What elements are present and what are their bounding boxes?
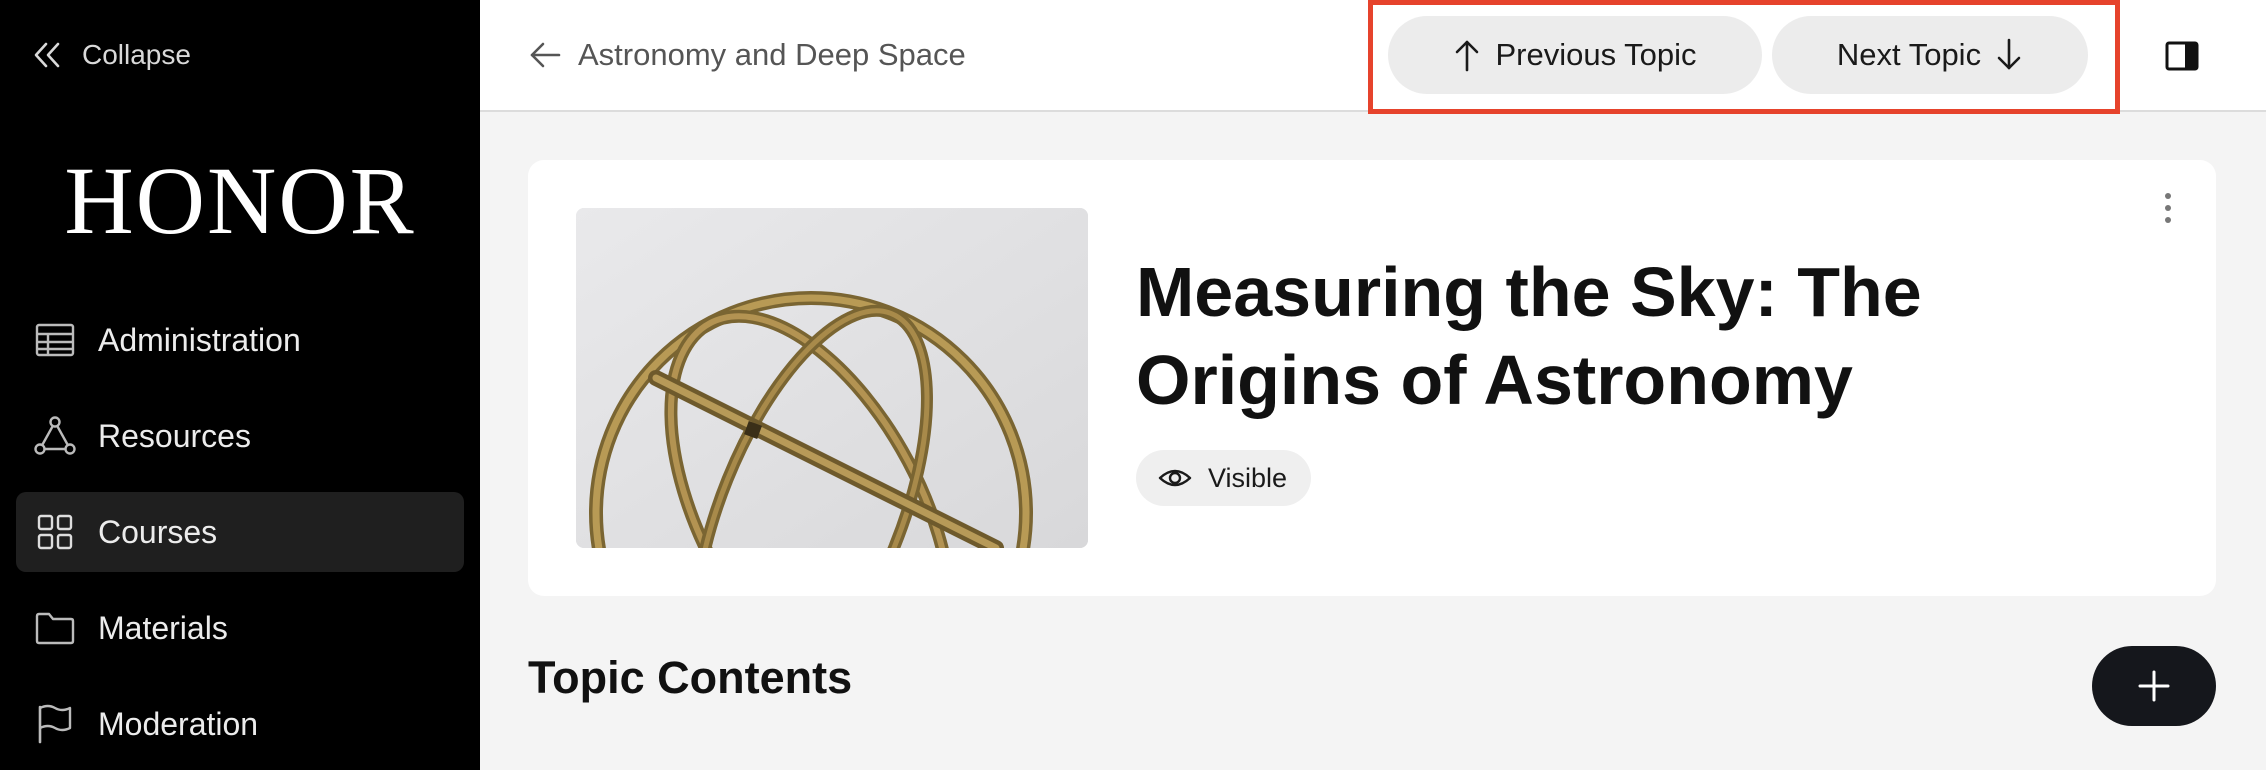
kebab-dot [2165, 205, 2171, 211]
sidebar-item-courses[interactable]: Courses [16, 492, 464, 572]
sidebar-item-label: Resources [98, 417, 251, 454]
arrow-up-icon [1456, 40, 1479, 72]
folder-icon [34, 607, 76, 649]
previous-topic-label: Previous Topic [1495, 37, 1697, 72]
sidebar-item-label: Courses [98, 513, 218, 550]
panel-toggle-button[interactable] [2160, 34, 2204, 78]
plus-icon [2138, 670, 2170, 702]
more-options-button[interactable] [2156, 188, 2180, 228]
sidebar-nav: Administration Resources Courses Materia… [16, 300, 464, 770]
topic-title: Measuring the Sky: The Origins of Astron… [1136, 253, 1922, 419]
sidebar-item-moderation[interactable]: Moderation [16, 684, 464, 764]
arrow-down-icon [1997, 38, 2021, 70]
sidebar-item-resources[interactable]: Resources [16, 396, 464, 476]
previous-topic-button[interactable]: Previous Topic [1388, 16, 1762, 94]
honor-logo: HONOR [64, 147, 416, 254]
table-icon [34, 319, 76, 361]
topbar: Astronomy and Deep Space Previous Topic … [480, 0, 2266, 114]
sidebar-panel-icon [2165, 41, 2199, 71]
sidebar: Collapse HONOR Administration Resources … [0, 0, 480, 770]
topic-image [576, 208, 1088, 548]
sidebar-item-materials[interactable]: Materials [16, 588, 464, 668]
kebab-dot [2165, 217, 2171, 223]
eye-icon [1158, 469, 1192, 487]
sidebar-item-label: Moderation [98, 705, 259, 742]
visibility-label: Visible [1208, 462, 1288, 493]
collapse-button[interactable]: Collapse [32, 34, 191, 76]
collapse-label: Collapse [82, 39, 191, 70]
add-content-button[interactable] [2092, 646, 2216, 726]
next-topic-button[interactable]: Next Topic [1772, 16, 2088, 94]
kebab-dot [2165, 193, 2171, 199]
arrow-left-icon [530, 42, 561, 68]
grid-icon [34, 511, 76, 553]
sidebar-item-label: Materials [98, 609, 228, 646]
armillary-sphere-image [576, 208, 1088, 548]
flag-icon [34, 703, 76, 745]
visibility-badge: Visible [1136, 450, 1312, 506]
topic-contents-heading: Topic Contents [528, 652, 853, 703]
breadcrumb: Astronomy and Deep Space [578, 37, 966, 72]
back-to-course-link[interactable]: Astronomy and Deep Space [528, 30, 966, 80]
network-icon [34, 415, 76, 457]
sidebar-item-label: Administration [98, 321, 301, 358]
topic-card: Measuring the Sky: The Origins of Astron… [528, 160, 2216, 596]
next-topic-label: Next Topic [1836, 37, 1982, 72]
double-chevron-left-icon [34, 42, 60, 68]
sidebar-item-administration[interactable]: Administration [16, 300, 464, 380]
